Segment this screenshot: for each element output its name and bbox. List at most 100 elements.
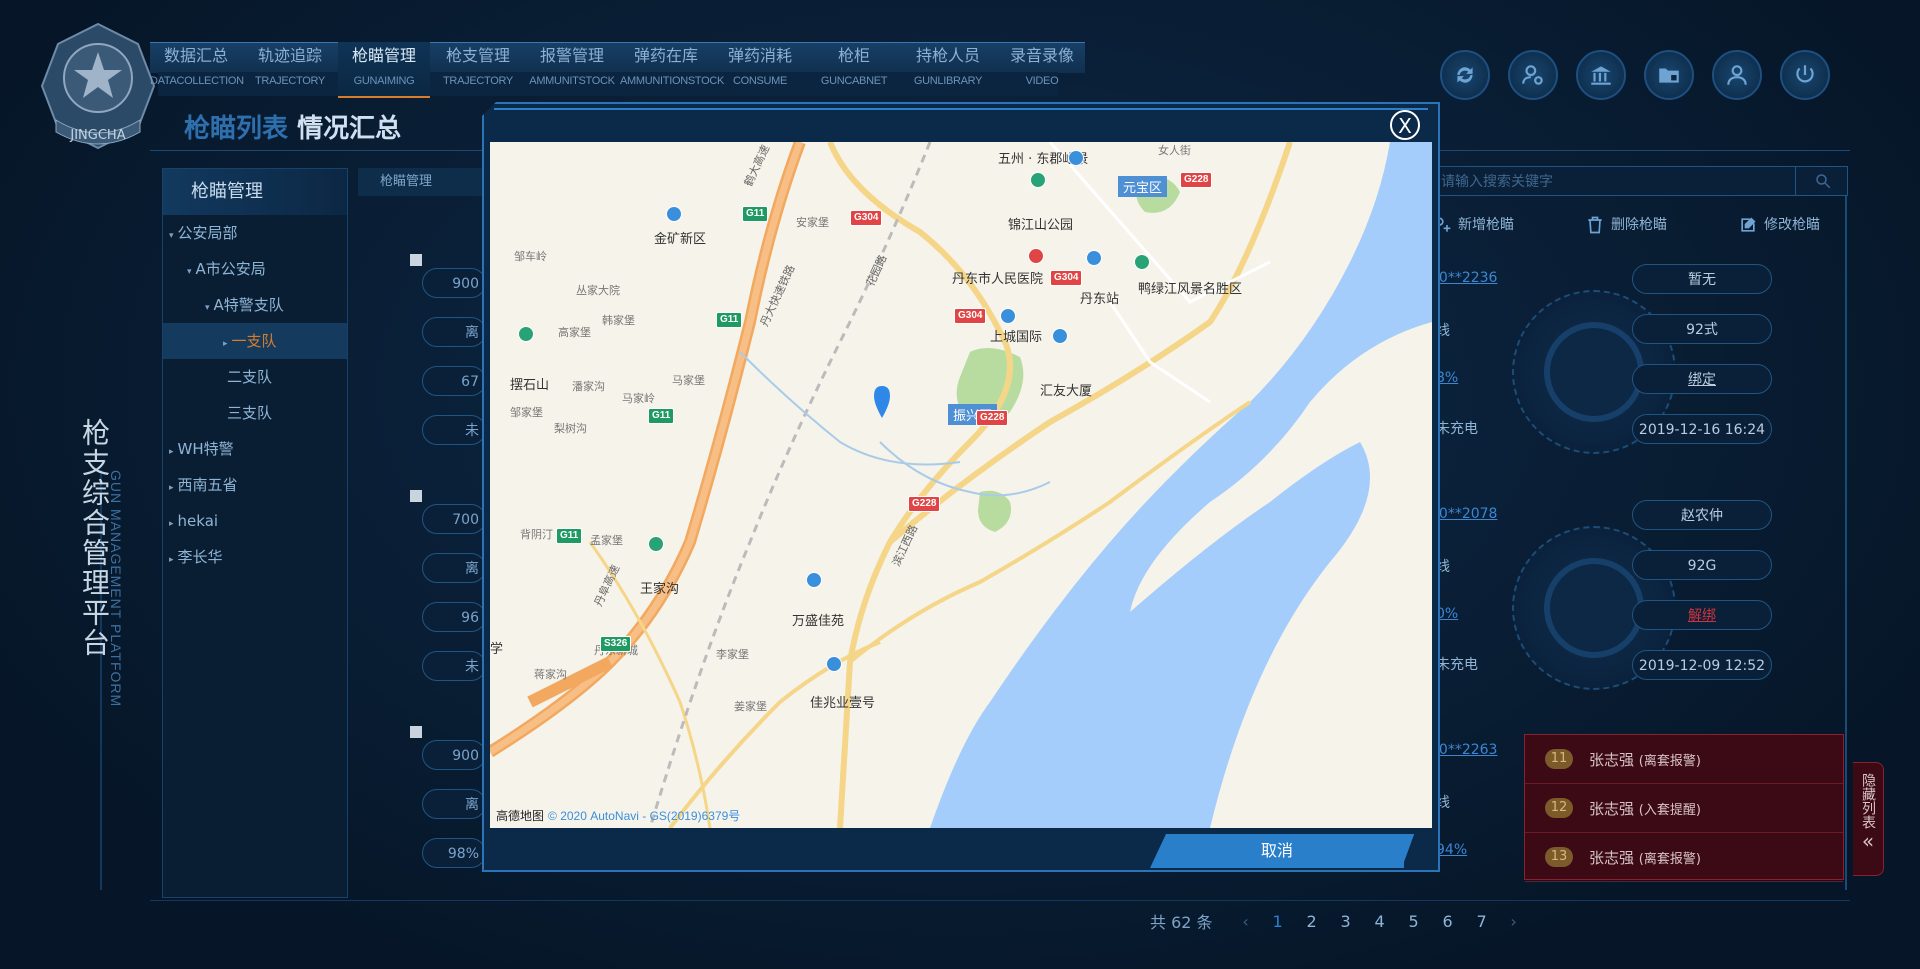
tree-item[interactable]: ▾ A市公安局: [163, 251, 347, 287]
card-field: 离: [422, 317, 486, 347]
map-label: 姜家堡: [734, 700, 767, 713]
map-poi-icon[interactable]: [518, 326, 534, 342]
refresh-icon[interactable]: [1440, 50, 1490, 100]
close-button[interactable]: X: [1390, 110, 1420, 140]
delete-gunaim-button[interactable]: 删除枪瞄: [1585, 210, 1667, 240]
map-poi-icon[interactable]: [1134, 254, 1150, 270]
card-checkbox[interactable]: [410, 254, 422, 266]
card-checkbox[interactable]: [410, 490, 422, 502]
map-poi-icon[interactable]: [1000, 308, 1016, 324]
page-title: 枪瞄列表 情况汇总: [184, 108, 401, 145]
prev-page-button[interactable]: ‹: [1231, 912, 1261, 931]
map-poi-icon[interactable]: [826, 656, 842, 672]
road-shield: G11: [742, 206, 769, 222]
page-number-button[interactable]: 5: [1397, 912, 1431, 931]
tree-item[interactable]: 三支队: [163, 395, 347, 431]
page-number-button[interactable]: 7: [1465, 912, 1499, 931]
nav-item-6[interactable]: 弹药消耗 CONSUME: [714, 42, 806, 96]
tree-item[interactable]: ▾ A特警支队: [163, 287, 347, 323]
nav-item-3[interactable]: 枪支管理 TRAJECTORY: [432, 42, 524, 96]
map-label: 马家堡: [672, 374, 705, 387]
nav-item-4[interactable]: 报警管理 AMMUNITSTOCK: [526, 42, 618, 96]
bind-time: 2019-12-09 12:52: [1632, 650, 1772, 680]
map-label: 邹家堡: [510, 406, 543, 419]
hide-list-button[interactable]: 隐藏列表 «: [1853, 762, 1884, 876]
map-label: 高家堡: [558, 326, 591, 339]
charge-status: 未充电: [1436, 421, 1478, 437]
gun-id-link[interactable]: 00**2263: [1430, 742, 1497, 758]
tree-item-label: hekai: [177, 512, 219, 530]
edit-gunaim-label: 修改枪瞄: [1764, 217, 1820, 233]
nav-item-2[interactable]: 枪瞄管理 GUNAIMING: [338, 42, 430, 98]
search-button[interactable]: [1795, 166, 1850, 196]
tree-item[interactable]: ▸ WH特警: [163, 431, 347, 467]
page-number-button[interactable]: 6: [1431, 912, 1465, 931]
bind-toggle-button[interactable]: 绑定: [1632, 364, 1772, 394]
map-label: 丹东站: [1080, 292, 1120, 307]
gun-id-link[interactable]: 00**2236: [1430, 270, 1497, 286]
card-checkbox[interactable]: [410, 726, 422, 738]
map-modal: X 五州 · 东郡屹景 锦江山公园 元宝区 丹东市人民医院 丹东站 鸭绿江风景名…: [482, 102, 1440, 872]
tree-arrow-icon: ▸: [169, 519, 174, 529]
road-shield: G11: [556, 528, 583, 544]
nav-item-label: 数据汇总: [163, 46, 228, 65]
nav-item-8[interactable]: 持枪人员 GUNLIBRARY: [902, 42, 994, 96]
tree-item[interactable]: ▸ 一支队: [163, 323, 347, 359]
tree-item[interactable]: ▸ hekai: [163, 503, 347, 539]
user-settings-icon[interactable]: [1508, 50, 1558, 100]
next-page-button[interactable]: ›: [1499, 912, 1529, 931]
nav-item-sublabel: DATACOLLECTION: [150, 75, 244, 87]
nav-item-1[interactable]: 轨迹追踪 TRAJECTORY: [244, 42, 336, 96]
search-input[interactable]: 请输入搜索关键字: [1432, 166, 1848, 196]
map-view[interactable]: 五州 · 东郡屹景 锦江山公园 元宝区 丹东市人民医院 丹东站 鸭绿江风景名胜区 上城国际汇…: [490, 142, 1432, 828]
edit-gunaim-button[interactable]: 修改枪瞄: [1738, 210, 1820, 240]
map-poi-icon[interactable]: [1030, 172, 1046, 188]
tree-item[interactable]: ▸ 李长华: [163, 539, 347, 575]
edit-icon: [1741, 217, 1756, 232]
road-shield: G228: [1180, 172, 1213, 188]
page-number-button[interactable]: 3: [1329, 912, 1363, 931]
tree-item[interactable]: ▸ 西南五省: [163, 467, 347, 503]
bind-time: 2019-12-16 16:24: [1632, 414, 1772, 444]
road-shield: G228: [908, 496, 941, 512]
page-number-button[interactable]: 4: [1363, 912, 1397, 931]
gun-id-link[interactable]: 00**2078: [1430, 506, 1497, 522]
page-title-main: 枪瞄列表: [184, 114, 289, 144]
alarm-item[interactable]: 11 张志强 (离套报警): [1525, 735, 1843, 784]
nav-item-9[interactable]: 录音录像 VIDEO: [996, 42, 1088, 96]
alarm-number-badge: 12: [1545, 798, 1573, 818]
breadcrumb[interactable]: 枪瞄管理: [358, 168, 498, 196]
bind-toggle-button[interactable]: 解绑: [1632, 600, 1772, 630]
bank-building-icon[interactable]: [1576, 50, 1626, 100]
power-icon[interactable]: [1780, 50, 1830, 100]
map-poi-icon[interactable]: [666, 206, 682, 222]
tree-arrow-icon: ▾: [205, 303, 210, 313]
nav-item-7[interactable]: 枪柜 GUNCABNET: [808, 42, 900, 96]
page-number-button[interactable]: 2: [1295, 912, 1329, 931]
nav-item-label: 弹药消耗: [727, 46, 792, 65]
tree-item[interactable]: ▾ 公安局部: [163, 215, 347, 251]
alarm-item[interactable]: 13 张志强 (离套报警): [1525, 833, 1843, 882]
map-poi-icon[interactable]: [1052, 328, 1068, 344]
alarm-item[interactable]: 12 张志强 (入套提醒): [1525, 784, 1843, 833]
folder-lock-icon[interactable]: [1644, 50, 1694, 100]
map-poi-icon[interactable]: [648, 536, 664, 552]
tree-item-label: A市公安局: [195, 260, 266, 278]
map-poi-icon[interactable]: [1086, 250, 1102, 266]
page-title-sub: 情况汇总: [297, 114, 402, 144]
map-poi-icon[interactable]: [1028, 248, 1044, 264]
nav-item-5[interactable]: 弹药在库 AMMUNITIONSTOCK: [620, 42, 724, 96]
tree-item[interactable]: 二支队: [163, 359, 347, 395]
map-poi-icon[interactable]: [806, 572, 822, 588]
nav-item-sublabel: AMMUNITSTOCK: [529, 75, 615, 87]
nav-item-0[interactable]: 数据汇总 DATACOLLECTION: [150, 42, 244, 96]
hide-list-label: 隐藏列表: [1860, 773, 1876, 829]
road-shield: G304: [1050, 270, 1083, 286]
add-gunaim-button[interactable]: 新增枪瞄: [1432, 210, 1514, 240]
user-icon[interactable]: [1712, 50, 1762, 100]
page-number-button[interactable]: 1: [1261, 912, 1295, 931]
map-poi-icon[interactable]: [1068, 150, 1084, 166]
alarm-number-badge: 13: [1545, 847, 1573, 867]
gun-scope-icon: [1544, 322, 1644, 422]
gun-scope-icon: [1544, 558, 1644, 658]
